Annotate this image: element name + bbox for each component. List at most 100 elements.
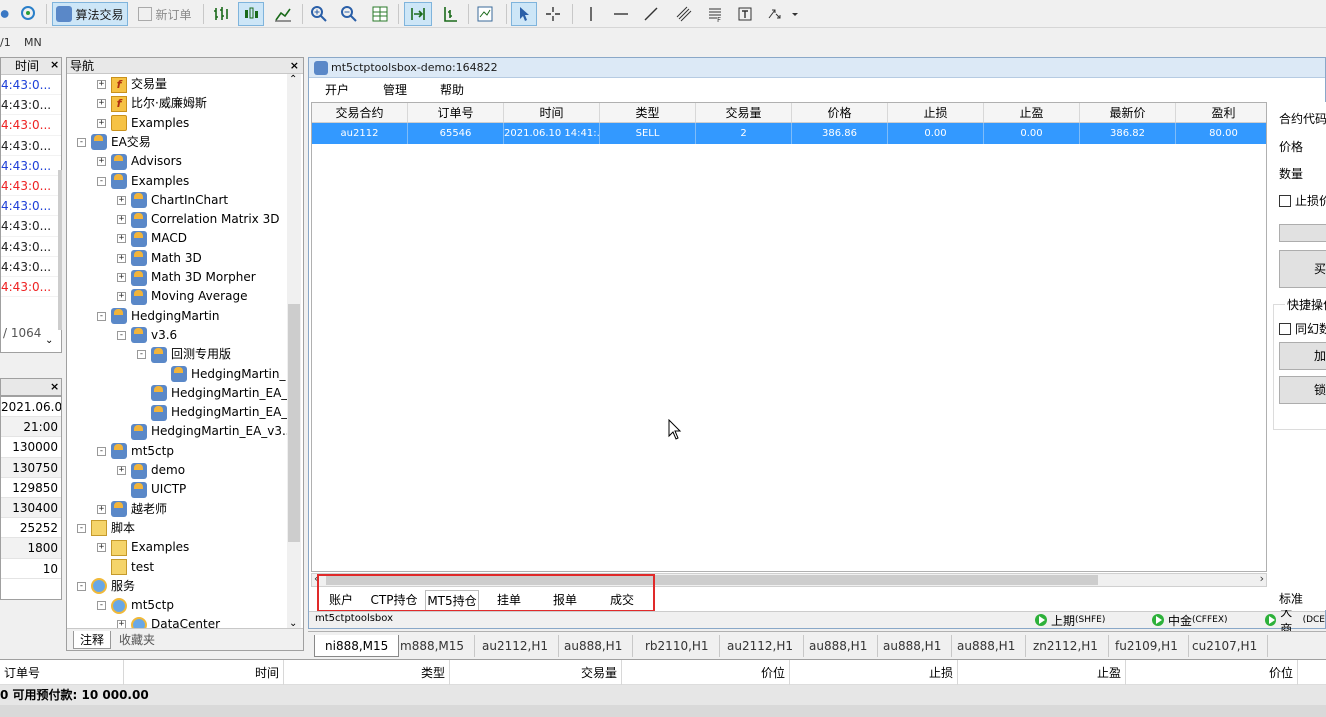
close-icon[interactable]: × xyxy=(290,59,299,72)
candlestick-icon[interactable] xyxy=(238,2,264,26)
fibonacci-icon[interactable]: F xyxy=(704,2,726,26)
crosshair-icon[interactable] xyxy=(541,2,565,26)
cursor-icon[interactable] xyxy=(511,2,537,26)
chart-tab[interactable]: rb2110,H1 xyxy=(635,635,720,657)
chart-tab[interactable]: m888,M15 xyxy=(390,635,476,657)
tree-item[interactable]: + Examples xyxy=(97,114,189,133)
algo-trading-button[interactable]: 算法交易 xyxy=(52,2,128,26)
tree-item[interactable]: + Correlation Matrix 3D xyxy=(117,210,279,229)
tree-item[interactable]: + MACD xyxy=(117,229,187,248)
templates-icon[interactable] xyxy=(472,2,498,26)
market-watch-scrollbar[interactable] xyxy=(58,170,62,330)
close-icon[interactable]: × xyxy=(50,380,59,393)
collapse-icon[interactable]: - xyxy=(117,330,126,340)
column-header[interactable]: 止损 xyxy=(790,660,958,686)
tab-trades[interactable]: 成交 xyxy=(600,590,644,610)
add-button[interactable]: 加 xyxy=(1279,342,1326,370)
chart-tab[interactable]: au2112,H1 xyxy=(717,635,804,657)
bar-chart-icon[interactable] xyxy=(210,2,232,26)
column-header[interactable]: 交易量 xyxy=(450,660,622,686)
timeframe-mn[interactable]: MN xyxy=(24,36,42,49)
expand-icon[interactable]: + xyxy=(117,466,126,475)
column-header[interactable]: 时间 xyxy=(124,660,284,686)
collapse-icon[interactable]: - xyxy=(97,176,106,186)
column-header[interactable]: 价位 xyxy=(622,660,790,686)
list-item[interactable]: 4:43:0... xyxy=(1,257,61,277)
collapse-icon[interactable]: - xyxy=(77,137,86,147)
exchange-shfe[interactable]: 上期 (SHFE) xyxy=(1035,612,1105,628)
tree-item[interactable]: - 脚本 xyxy=(77,519,135,538)
tab-account[interactable]: 账户 xyxy=(321,590,361,610)
column-header[interactable]: 止损 xyxy=(888,103,984,122)
tree-item[interactable]: + Advisors xyxy=(97,152,182,171)
tree-item[interactable]: HedgingMartin_EA_v xyxy=(137,384,287,403)
expand-icon[interactable]: + xyxy=(97,543,106,553)
tree-item[interactable]: HedgingMartin_EA_v3.5 xyxy=(117,422,287,441)
panel-button-1[interactable] xyxy=(1279,224,1326,242)
collapse-icon[interactable]: - xyxy=(97,311,106,321)
list-item[interactable]: 4:43:0... xyxy=(1,237,61,257)
chart-tab[interactable]: au2112,H1 xyxy=(472,635,559,657)
tree-item[interactable]: test xyxy=(97,558,154,577)
collapse-icon[interactable]: - xyxy=(97,446,106,456)
expand-icon[interactable]: + xyxy=(117,195,126,205)
tree-item[interactable]: + Math 3D Morpher xyxy=(117,268,256,287)
expand-icon[interactable]: + xyxy=(117,273,126,282)
tree-item[interactable]: - HedgingMartin xyxy=(97,307,219,326)
navigator-scroll-thumb[interactable] xyxy=(288,304,300,542)
tab-ctp-positions[interactable]: CTP持仓 xyxy=(367,590,421,610)
column-header[interactable]: 类型 xyxy=(284,660,450,686)
chevron-down-icon[interactable]: ⌄ xyxy=(45,335,53,346)
exchange-cffex[interactable]: 中金 (CFFEX) xyxy=(1152,612,1228,628)
list-item[interactable]: 4:43:0... xyxy=(1,216,61,237)
tab-favorites[interactable]: 收藏夹 xyxy=(113,631,161,649)
buy-button[interactable]: 买 xyxy=(1279,250,1326,288)
tree-item[interactable]: + DataCenter xyxy=(117,615,220,629)
list-item[interactable]: 4:43:0... xyxy=(1,75,61,96)
chart-tab[interactable]: au888,H1 xyxy=(873,635,953,657)
expand-icon[interactable]: + xyxy=(97,99,106,109)
arrows-dropdown-icon[interactable] xyxy=(764,2,800,26)
tree-item[interactable]: + Examples xyxy=(97,538,189,557)
profile-icon[interactable] xyxy=(0,2,14,26)
column-header[interactable]: 交易量 xyxy=(696,103,792,122)
tree-item[interactable]: + Math 3D xyxy=(117,249,202,268)
column-header[interactable]: 止盈 xyxy=(984,103,1080,122)
menu-help[interactable]: 帮助 xyxy=(440,81,464,98)
stop-loss-checkbox[interactable]: 止损价 xyxy=(1279,192,1326,209)
menu-open-account[interactable]: 开户 xyxy=(325,81,349,98)
tree-item[interactable]: - 服务 xyxy=(77,577,135,596)
tree-item[interactable]: + f 比尔·威廉姆斯 xyxy=(97,94,207,113)
tab-mt5-positions[interactable]: MT5持仓 xyxy=(425,590,479,610)
collapse-icon[interactable]: - xyxy=(77,523,86,533)
chart-tab[interactable]: fu2109,H1 xyxy=(1105,635,1189,657)
tree-item[interactable]: - v3.6 xyxy=(117,326,177,345)
list-item[interactable]: 4:43:0... xyxy=(1,136,61,156)
column-header[interactable]: 订单号 xyxy=(4,660,124,686)
horizontal-line-icon[interactable] xyxy=(610,2,632,26)
trendline-icon[interactable] xyxy=(640,2,662,26)
column-header[interactable]: 价位 xyxy=(1126,660,1298,686)
chart-tab[interactable]: cu2107,H1 xyxy=(1182,635,1269,657)
tree-item[interactable]: - Examples xyxy=(97,172,189,191)
tree-item[interactable]: - 回测专用版 xyxy=(137,345,231,364)
column-header[interactable]: 时间 xyxy=(504,103,600,122)
list-item[interactable]: 4:43:0... xyxy=(1,176,61,197)
vertical-line-icon[interactable] xyxy=(580,2,602,26)
new-order-button[interactable]: 新订单 xyxy=(133,2,197,26)
column-header[interactable]: 类型 xyxy=(600,103,696,122)
expand-icon[interactable]: + xyxy=(97,80,106,89)
lock-button[interactable]: 锁 xyxy=(1279,376,1326,404)
tree-item[interactable]: HedgingMartin_ xyxy=(157,365,285,384)
zoom-in-icon[interactable] xyxy=(308,2,330,26)
column-header[interactable]: 订单号 xyxy=(408,103,504,122)
timeframe-w1[interactable]: /1 xyxy=(0,36,11,49)
zoom-out-icon[interactable] xyxy=(338,2,360,26)
expand-icon[interactable]: + xyxy=(117,253,126,263)
window-title-bar[interactable]: mt5ctptoolsbox-demo:164822 xyxy=(309,58,1325,78)
list-item[interactable]: 4:43:0... xyxy=(1,115,61,136)
tree-item[interactable]: - mt5ctp xyxy=(97,442,174,461)
tree-item[interactable]: - EA交易 xyxy=(77,133,151,152)
chart-tab[interactable]: au888,H1 xyxy=(799,635,879,657)
tree-item[interactable]: - mt5ctp xyxy=(97,596,174,615)
